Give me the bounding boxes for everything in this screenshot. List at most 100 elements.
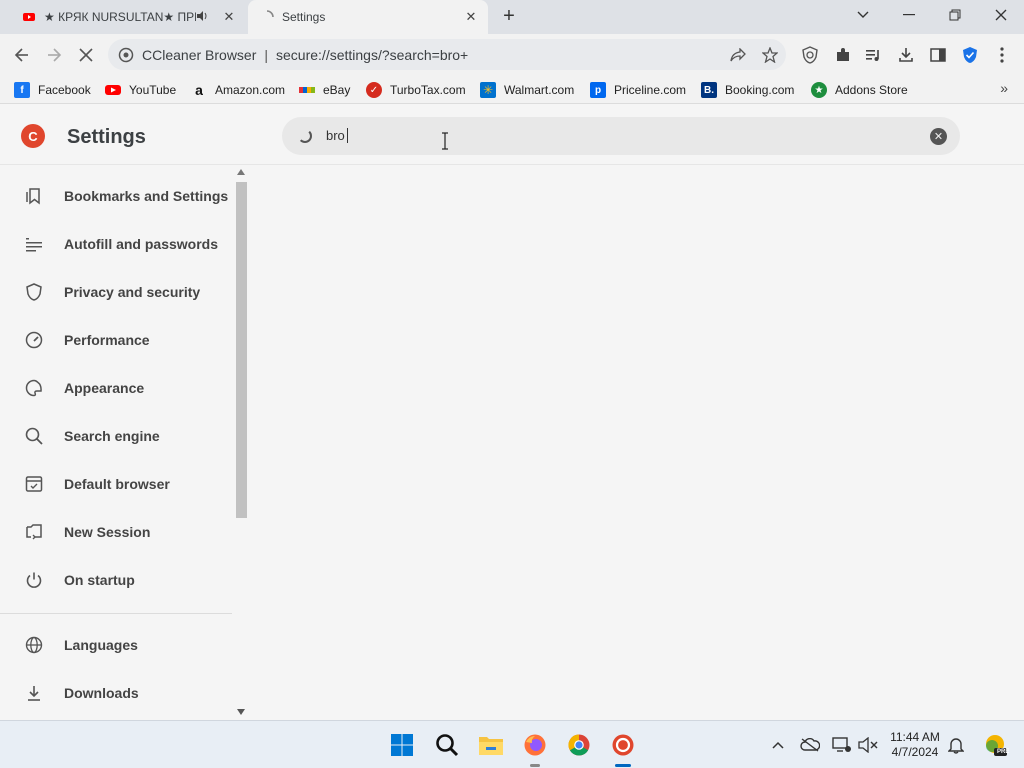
new-tab-icon[interactable]: + [498, 6, 520, 28]
network-display-icon[interactable] [830, 733, 854, 757]
scrollbar-thumb[interactable] [236, 182, 247, 518]
sidebar-item-appearance[interactable]: Appearance [0, 368, 232, 408]
turbotax-icon: ✓ [366, 82, 382, 98]
speaker-icon[interactable] [196, 10, 212, 25]
settings-content-area [249, 166, 1024, 720]
power-icon [24, 570, 44, 590]
sidebar-item-label: Languages [64, 637, 138, 653]
security-check-icon[interactable] [958, 43, 982, 67]
sidebar-item-default-browser[interactable]: Default browser [0, 464, 232, 504]
sidebar-item-on-startup[interactable]: On startup [0, 560, 232, 600]
sidebar-item-search-engine[interactable]: Search engine [0, 416, 232, 456]
bookmark-label: Walmart.com [504, 83, 575, 97]
bookmark-walmart[interactable]: ✳ Walmart.com [480, 81, 574, 99]
clear-search-icon[interactable]: ✕ [930, 128, 947, 145]
bookmark-booking[interactable]: B. Booking.com [701, 81, 794, 99]
tab-youtube[interactable]: ★ КРЯК NURSULTAN★ ПРЕ ✕ [0, 0, 246, 34]
youtube-favicon-icon [22, 10, 36, 24]
stop-loading-icon[interactable] [74, 43, 98, 67]
system-clock[interactable]: 11:44 AM 4/7/2024 [884, 730, 946, 760]
tab-settings[interactable]: Settings ✕ [248, 0, 488, 34]
sidebar-item-label: Appearance [64, 380, 145, 396]
onedrive-offline-icon[interactable] [798, 733, 822, 757]
sidebar-item-label: Bookmarks and Settings [64, 188, 229, 204]
booking-icon: B. [701, 82, 717, 98]
search-query-text[interactable]: bro [326, 128, 348, 143]
settings-search-input[interactable]: bro ✕ [282, 117, 960, 155]
autofill-list-icon [24, 234, 44, 254]
bookmark-label: TurboTax.com [390, 83, 466, 97]
sidebar-item-label: Privacy and security [64, 284, 201, 300]
windows-taskbar: 11:44 AM 4/7/2024 PRE [0, 720, 1024, 768]
bookmark-label: eBay [323, 83, 351, 97]
bookmark-label: Booking.com [725, 83, 795, 97]
sidebar-item-performance[interactable]: Performance [0, 320, 232, 360]
download-icon[interactable] [894, 43, 918, 67]
ccleaner-browser-taskbar-icon[interactable] [607, 729, 639, 767]
site-info-icon[interactable] [118, 47, 134, 63]
facebook-icon: f [14, 82, 30, 98]
site-name: CCleaner Browser [142, 46, 257, 63]
sidebar-item-label: Performance [64, 332, 150, 348]
bookmark-ebay[interactable]: eBay [299, 81, 350, 99]
minimize-icon[interactable] [886, 0, 932, 30]
tab-close-icon[interactable]: ✕ [220, 8, 238, 26]
close-window-icon[interactable] [978, 0, 1024, 30]
search-icon [24, 426, 44, 446]
windows-start-icon[interactable] [386, 729, 418, 761]
sidebar-item-autofill[interactable]: Autofill and passwords [0, 224, 232, 264]
media-queue-icon[interactable] [862, 43, 886, 67]
adblock-shield-icon[interactable] [798, 43, 822, 67]
bookmark-facebook[interactable]: f Facebook [14, 81, 91, 99]
sidebar-item-new-session[interactable]: New Session [0, 512, 232, 552]
back-icon[interactable] [10, 43, 34, 67]
sidebar-item-label: Default browser [64, 476, 170, 492]
pre-release-badge-icon[interactable]: PRE [980, 733, 1010, 757]
scroll-down-arrow-icon[interactable] [237, 709, 245, 715]
loading-spinner-icon [260, 10, 274, 24]
bookmark-youtube[interactable]: YouTube [105, 81, 176, 99]
more-bookmarks-chevron-icon[interactable]: » [1000, 80, 1008, 96]
side-panel-icon[interactable] [926, 43, 950, 67]
sidebar-scrollbar[interactable] [234, 166, 249, 720]
pre-badge-text: PRE [997, 749, 1010, 755]
sidebar-divider [0, 613, 232, 614]
bookmark-amazon[interactable]: a Amazon.com [191, 81, 285, 99]
bookmark-priceline[interactable]: p Priceline.com [590, 81, 686, 99]
notification-bell-icon[interactable] [944, 733, 968, 757]
firefox-icon[interactable] [519, 729, 551, 767]
sidebar-item-label: Search engine [64, 428, 160, 444]
forward-icon[interactable] [42, 43, 66, 67]
sidebar-item-label: On startup [64, 572, 135, 588]
bookmark-addons-store[interactable]: ★ Addons Store [811, 81, 908, 99]
tab-title: ★ КРЯК NURSULTAN★ ПРЕ [44, 10, 196, 24]
volume-muted-icon[interactable] [856, 733, 880, 757]
file-explorer-icon[interactable] [475, 729, 507, 761]
download-icon [24, 683, 44, 703]
tab-close-icon[interactable]: ✕ [462, 8, 480, 26]
sidebar-item-languages[interactable]: Languages [0, 625, 232, 665]
bookmark-star-icon[interactable] [756, 39, 784, 70]
walmart-icon: ✳ [480, 82, 496, 98]
restore-icon[interactable] [932, 0, 978, 30]
taskbar-search-icon[interactable] [431, 729, 463, 761]
chrome-icon[interactable] [563, 729, 595, 761]
sidebar-item-downloads[interactable]: Downloads [0, 673, 232, 713]
page-title: Settings [67, 126, 146, 148]
menu-kebab-icon[interactable] [990, 43, 1014, 67]
scroll-up-arrow-icon[interactable] [237, 169, 245, 175]
share-icon[interactable] [724, 39, 752, 70]
priceline-icon: p [590, 82, 606, 98]
tab-search-chevron-icon[interactable] [840, 0, 886, 30]
address-bar[interactable]: CCleaner Browser | secure://settings/?se… [108, 39, 786, 70]
sidebar-item-privacy[interactable]: Privacy and security [0, 272, 232, 312]
extensions-icon[interactable] [831, 43, 855, 67]
app-active-indicator [615, 764, 631, 767]
url-text[interactable]: secure://settings/?search=bro+ [276, 47, 468, 63]
show-hidden-icons-chevron-icon[interactable] [766, 733, 790, 757]
bookmark-label: Facebook [38, 83, 91, 97]
bookmark-turbotax[interactable]: ✓ TurboTax.com [366, 81, 466, 99]
sidebar-item-bookmarks-and-settings[interactable]: Bookmarks and Settings [0, 176, 232, 216]
bookmark-label: Addons Store [835, 83, 908, 97]
clock-time: 11:44 AM [890, 730, 940, 744]
